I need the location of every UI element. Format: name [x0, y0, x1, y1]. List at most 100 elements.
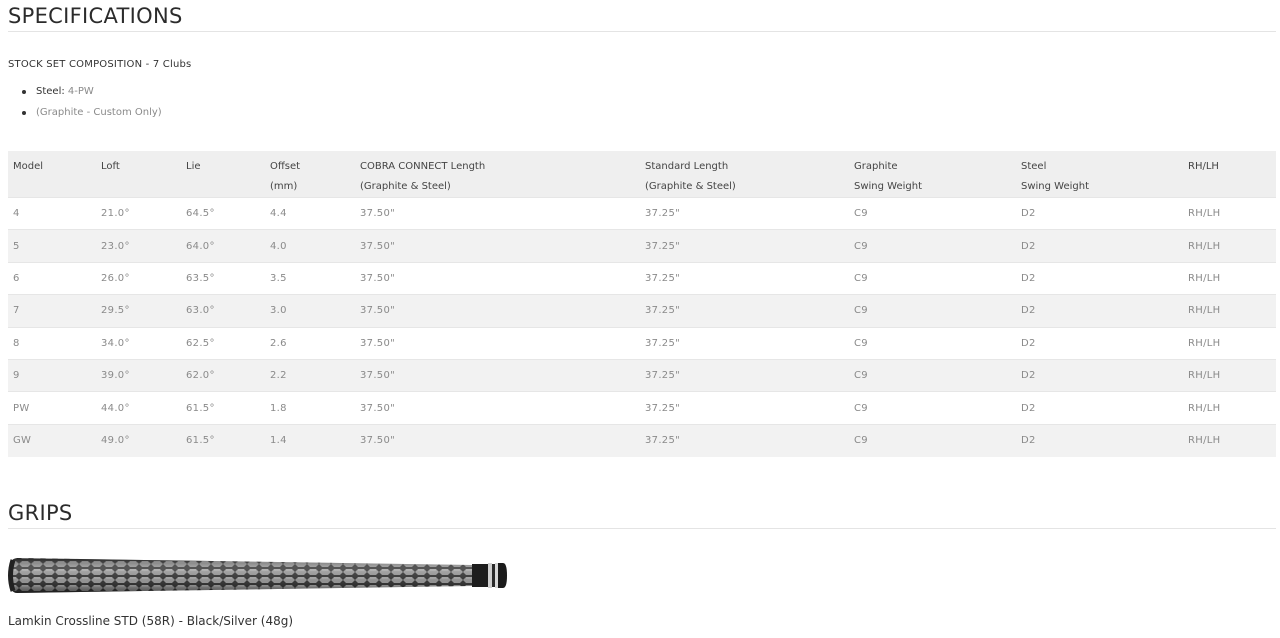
cell-offset: 4.0 — [265, 229, 355, 263]
cell-loft: 23.0° — [96, 229, 181, 263]
cell-steel-swing-weight: D2 — [1016, 391, 1183, 425]
cell-hand: RH/LH — [1183, 196, 1276, 230]
cell-connect-length: 37.50" — [355, 261, 640, 295]
list-item: Steel: 4-PW — [8, 84, 162, 105]
section-divider — [8, 31, 1276, 32]
table-row: 4 21.0° 64.5° 4.4 37.50" 37.25" C9 D2 RH/LH — [8, 196, 1276, 230]
cell-steel-swing-weight: D2 — [1016, 358, 1183, 392]
cell-graphite-swing-weight: C9 — [849, 358, 1016, 392]
cell-lie: 64.0° — [181, 229, 265, 263]
cell-standard-length: 37.25" — [640, 229, 849, 263]
cell-model: 4 — [8, 196, 96, 230]
cell-loft: 29.5° — [96, 294, 181, 328]
cell-steel-swing-weight: D2 — [1016, 261, 1183, 295]
cell-standard-length: 37.25" — [640, 196, 849, 230]
cell-standard-length: 37.25" — [640, 326, 849, 360]
cell-offset: 2.6 — [265, 326, 355, 360]
cell-offset: 3.5 — [265, 261, 355, 295]
cell-steel-swing-weight: D2 — [1016, 423, 1183, 457]
cell-model: GW — [8, 423, 96, 457]
cell-loft: 49.0° — [96, 423, 181, 457]
cell-offset: 4.4 — [265, 196, 355, 230]
cell-offset: 2.2 — [265, 358, 355, 392]
table-row: GW 49.0° 61.5° 1.4 37.50" 37.25" C9 D2 RH/LH — [8, 423, 1276, 457]
cell-graphite-swing-weight: C9 — [849, 294, 1016, 328]
cell-loft: 39.0° — [96, 358, 181, 392]
cell-steel-swing-weight: D2 — [1016, 196, 1183, 230]
table-row: 9 39.0° 62.0° 2.2 37.50" 37.25" C9 D2 RH/LH — [8, 358, 1276, 392]
cell-hand: RH/LH — [1183, 358, 1276, 392]
cell-graphite-swing-weight: C9 — [849, 326, 1016, 360]
cell-loft: 26.0° — [96, 261, 181, 295]
specifications-table: Model Loft Lie Offset (mm) COBRA CONNECT … — [8, 151, 1276, 457]
cell-offset: 3.0 — [265, 294, 355, 328]
specifications-heading: SPECIFICATIONS — [8, 4, 183, 28]
cell-lie: 61.5° — [181, 391, 265, 425]
list-item: (Graphite - Custom Only) — [8, 105, 162, 126]
cell-connect-length: 37.50" — [355, 326, 640, 360]
cell-loft: 44.0° — [96, 391, 181, 425]
cell-steel-swing-weight: D2 — [1016, 294, 1183, 328]
composition-list: Steel: 4-PW (Graphite - Custom Only) — [8, 84, 162, 126]
section-divider — [8, 528, 1276, 529]
cell-hand: RH/LH — [1183, 391, 1276, 425]
col-header-loft: Loft — [96, 151, 181, 198]
col-header-hand: RH/LH — [1183, 151, 1276, 198]
cell-connect-length: 37.50" — [355, 229, 640, 263]
cell-model: 9 — [8, 358, 96, 392]
cell-graphite-swing-weight: C9 — [849, 261, 1016, 295]
graphite-note: (Graphite - Custom Only) — [36, 107, 162, 118]
cell-hand: RH/LH — [1183, 423, 1276, 457]
cell-standard-length: 37.25" — [640, 261, 849, 295]
cell-hand: RH/LH — [1183, 294, 1276, 328]
cell-hand: RH/LH — [1183, 326, 1276, 360]
col-header-lie: Lie — [181, 151, 265, 198]
cell-model: 6 — [8, 261, 96, 295]
cell-standard-length: 37.25" — [640, 358, 849, 392]
cell-steel-swing-weight: D2 — [1016, 229, 1183, 263]
steel-value: 4-PW — [67, 86, 94, 97]
cell-lie: 63.0° — [181, 294, 265, 328]
table-body: 4 21.0° 64.5° 4.4 37.50" 37.25" C9 D2 RH/LH 5 23.0… — [8, 196, 1276, 457]
cell-model: PW — [8, 391, 96, 425]
table-row: 6 26.0° 63.5° 3.5 37.50" 37.25" C9 D2 RH/LH — [8, 261, 1276, 295]
cell-lie: 62.0° — [181, 358, 265, 392]
cell-lie: 61.5° — [181, 423, 265, 457]
col-header-connect-length: COBRA CONNECT Length (Graphite & Steel) — [355, 151, 640, 198]
cell-graphite-swing-weight: C9 — [849, 423, 1016, 457]
cell-lie: 64.5° — [181, 196, 265, 230]
table-row: PW 44.0° 61.5° 1.8 37.50" 37.25" C9 D2 RH/LH — [8, 391, 1276, 425]
cell-standard-length: 37.25" — [640, 391, 849, 425]
cell-connect-length: 37.50" — [355, 294, 640, 328]
cell-hand: RH/LH — [1183, 261, 1276, 295]
col-header-model: Model — [8, 151, 96, 198]
cell-connect-length: 37.50" — [355, 358, 640, 392]
table-row: 8 34.0° 62.5° 2.6 37.50" 37.25" C9 D2 RH/LH — [8, 326, 1276, 360]
table-row: 7 29.5° 63.0° 3.0 37.50" 37.25" C9 D2 RH/LH — [8, 294, 1276, 328]
cell-offset: 1.8 — [265, 391, 355, 425]
cell-offset: 1.4 — [265, 423, 355, 457]
cell-model: 8 — [8, 326, 96, 360]
grips-heading: GRIPS — [8, 501, 73, 525]
cell-hand: RH/LH — [1183, 229, 1276, 263]
cell-connect-length: 37.50" — [355, 391, 640, 425]
col-header-steel-swing-weight: Steel Swing Weight — [1016, 151, 1183, 198]
cell-graphite-swing-weight: C9 — [849, 391, 1016, 425]
grip-image — [8, 558, 507, 593]
col-header-standard-length: Standard Length (Graphite & Steel) — [640, 151, 849, 198]
cell-model: 7 — [8, 294, 96, 328]
cell-connect-length: 37.50" — [355, 423, 640, 457]
cell-graphite-swing-weight: C9 — [849, 196, 1016, 230]
col-header-offset: Offset (mm) — [265, 151, 355, 198]
cell-connect-length: 37.50" — [355, 196, 640, 230]
table-header-row: Model Loft Lie Offset (mm) COBRA CONNECT … — [8, 151, 1276, 198]
cell-loft: 34.0° — [96, 326, 181, 360]
col-header-graphite-swing-weight: Graphite Swing Weight — [849, 151, 1016, 198]
table-row: 5 23.0° 64.0° 4.0 37.50" 37.25" C9 D2 RH/LH — [8, 229, 1276, 263]
cell-standard-length: 37.25" — [640, 294, 849, 328]
cell-steel-swing-weight: D2 — [1016, 326, 1183, 360]
stock-set-composition: STOCK SET COMPOSITION - 7 Clubs — [8, 59, 192, 70]
cell-standard-length: 37.25" — [640, 423, 849, 457]
steel-label: Steel: — [36, 86, 65, 97]
cell-model: 5 — [8, 229, 96, 263]
